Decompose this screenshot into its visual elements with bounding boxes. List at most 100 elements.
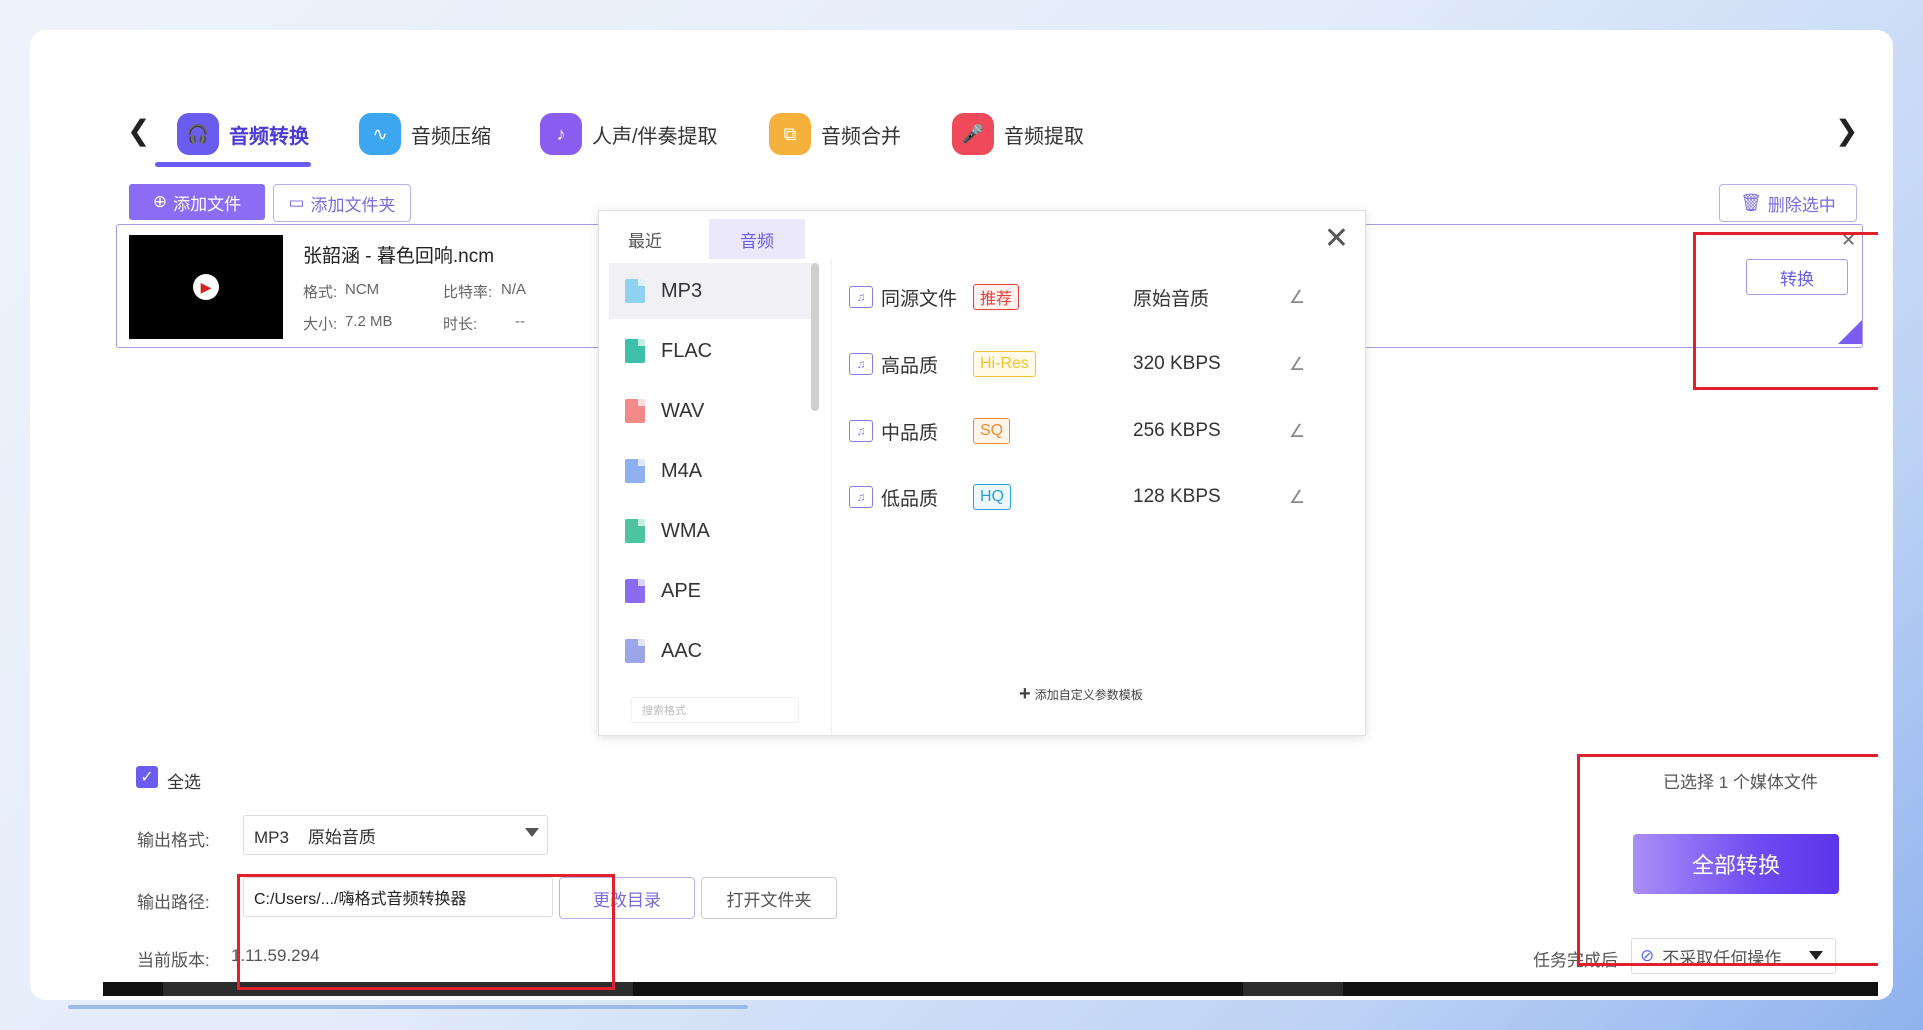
tab-voice-extract[interactable]: ♪ 人声/伴奏提取 [540, 104, 718, 164]
format-item-wma[interactable]: WMA [609, 503, 817, 559]
quality-bitrate: 原始音质 [1133, 288, 1210, 310]
format-search-input[interactable]: 搜索格式 [631, 697, 799, 723]
change-dir-button[interactable]: 更改目录 [559, 877, 695, 919]
add-template-button[interactable]: + 添加自定义参数模板 [1019, 683, 1143, 706]
active-tab-indicator [155, 162, 311, 167]
format-item-m4a[interactable]: M4A [609, 443, 817, 499]
format-item-mp3[interactable]: MP3 [609, 263, 817, 319]
add-folder-label: 添加文件夹 [310, 195, 396, 215]
add-file-button[interactable]: ⊕ 添加文件 [129, 184, 265, 220]
duration-label: 时长: [443, 316, 478, 333]
play-icon[interactable]: ▶ [193, 274, 219, 300]
wav-file-icon [625, 399, 645, 423]
after-task-select[interactable]: ⊘ 不采取任何操作 [1631, 938, 1836, 974]
format-label: M4A [661, 459, 703, 482]
voice-extract-icon: ♪ [540, 113, 582, 155]
m4a-file-icon [625, 459, 645, 483]
format-label: WMA [661, 519, 710, 542]
page-scroll-indicator [68, 1005, 748, 1009]
quality-row-low[interactable]: ♫ 低品质 HQ 128 KBPS ∠ [849, 477, 1349, 517]
convert-all-button[interactable]: 全部转换 [1633, 834, 1839, 894]
app-window: ❮ 🎧 音频转换 ∿ 音频压缩 ♪ 人声/伴奏提取 ⧉ 音频合并 🎤 音频提取 [103, 96, 1878, 996]
microphone-icon: 🎤 [952, 113, 994, 155]
edit-icon[interactable]: ∠ [1289, 487, 1305, 508]
tab-recent[interactable]: 最近 [605, 219, 685, 259]
flac-file-icon [625, 339, 645, 363]
waveform-icon: ∿ [359, 113, 401, 155]
format-label: AAC [661, 639, 703, 662]
delete-selected-button[interactable]: 🗑 删除选中 [1719, 184, 1857, 222]
format-item-wav[interactable]: WAV [609, 383, 817, 439]
select-all-label: 全选 [167, 773, 201, 792]
quality-name: 高品质 [881, 355, 939, 377]
tab-audio-compress[interactable]: ∿ 音频压缩 [359, 104, 491, 164]
selected-count: 已选择 1 个媒体文件 [1663, 773, 1818, 792]
format-label: 格式: [303, 284, 338, 301]
format-list-scrollbar[interactable] [811, 263, 819, 411]
tab-audio-extract[interactable]: 🎤 音频提取 [952, 104, 1084, 164]
tab-label: 音频提取 [1004, 125, 1084, 148]
version-value: 1.11.59.294 [231, 946, 320, 965]
size-label: 大小: [303, 316, 338, 333]
format-item-aac[interactable]: AAC [609, 623, 817, 679]
tab-label: 音频压缩 [411, 125, 491, 148]
edit-icon[interactable]: ∠ [1289, 354, 1305, 375]
quality-badge: Hi-Res [973, 351, 1036, 377]
bitrate-value: N/A [501, 281, 527, 298]
window-card: ❮ 🎧 音频转换 ∿ 音频压缩 ♪ 人声/伴奏提取 ⧉ 音频合并 🎤 音频提取 [30, 30, 1893, 1000]
quality-row-original[interactable]: ♫ 同源文件 推荐 原始音质 ∠ [849, 277, 1349, 317]
open-folder-button[interactable]: 打开文件夹 [701, 877, 837, 919]
merge-icon: ⧉ [769, 113, 811, 155]
prohibit-icon: ⊘ [1640, 946, 1655, 965]
format-item-ape[interactable]: APE [609, 563, 817, 619]
selected-check-icon [1838, 320, 1862, 344]
add-folder-button[interactable]: ▭ 添加文件夹 [273, 184, 411, 222]
output-format-select[interactable]: MP3 原始音质 [243, 815, 548, 855]
format-label: FLAC [661, 339, 713, 362]
quality-name: 低品质 [881, 488, 939, 510]
after-task-value: 不采取任何操作 [1662, 948, 1782, 968]
convert-button[interactable]: 转换 [1746, 259, 1848, 295]
tab-audio[interactable]: 音频 [709, 219, 805, 259]
edit-icon[interactable]: ∠ [1289, 287, 1305, 308]
add-template-label: 添加自定义参数模板 [1034, 688, 1143, 702]
chevron-down-icon [525, 828, 539, 837]
format-label: MP3 [661, 279, 703, 302]
chevron-down-icon [1809, 951, 1823, 960]
select-all-checkbox[interactable]: ✓ [136, 766, 158, 788]
quality-name: 同源文件 [881, 288, 958, 310]
output-path-input[interactable]: C:/Users/.../嗨格式音频转换器 [243, 877, 553, 917]
format-value: NCM [345, 281, 380, 298]
quality-row-high[interactable]: ♫ 高品质 Hi-Res 320 KBPS ∠ [849, 344, 1349, 384]
wma-file-icon [625, 519, 645, 543]
format-popup: 最近 音频 ✕ MP3 FLAC WAV M4A WMA APE AAC 搜索格… [598, 210, 1366, 736]
size-value: 7.2 MB [345, 313, 393, 330]
tab-audio-merge[interactable]: ⧉ 音频合并 [769, 104, 901, 164]
delete-selected-label: 删除选中 [1767, 195, 1836, 215]
quality-row-medium[interactable]: ♫ 中品质 SQ 256 KBPS ∠ [849, 411, 1349, 451]
music-note-icon: ♫ [849, 286, 873, 308]
version-label: 当前版本: [137, 951, 210, 970]
music-note-icon: ♫ [849, 420, 873, 442]
aac-file-icon [625, 639, 645, 663]
plus-icon: + [1019, 683, 1031, 705]
after-task-label: 任务完成后 [1533, 951, 1618, 970]
ape-file-icon [625, 579, 645, 603]
format-item-flac[interactable]: FLAC [609, 323, 817, 379]
close-icon[interactable]: ✕ [1324, 221, 1349, 256]
tab-audio-convert[interactable]: 🎧 音频转换 [177, 104, 309, 164]
quality-bitrate: 128 KBPS [1133, 486, 1221, 507]
remove-file-icon[interactable]: ✕ [1841, 230, 1856, 251]
format-list: MP3 FLAC WAV M4A WMA APE AAC [599, 259, 832, 735]
video-thumbnail: ▶ [129, 235, 283, 339]
taskbar-strip [103, 982, 1878, 996]
plus-circle-icon: ⊕ [152, 192, 168, 211]
quality-badge: 推荐 [973, 284, 1020, 310]
output-format-label: 输出格式: [137, 831, 210, 850]
music-note-icon: ♫ [849, 353, 873, 375]
music-note-icon: ♫ [849, 486, 873, 508]
quality-bitrate: 320 KBPS [1133, 353, 1221, 374]
edit-icon[interactable]: ∠ [1289, 421, 1305, 442]
nav-prev-icon[interactable]: ❮ [127, 114, 150, 147]
nav-next-icon[interactable]: ❯ [1835, 114, 1858, 147]
